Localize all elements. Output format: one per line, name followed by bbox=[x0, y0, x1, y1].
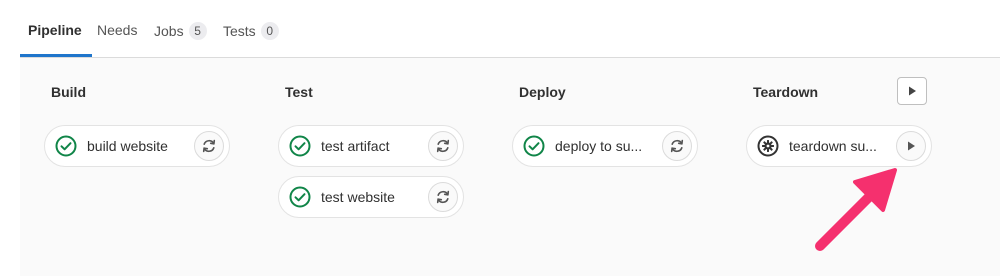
tests-count-badge: 0 bbox=[260, 22, 279, 40]
retry-button[interactable] bbox=[194, 131, 224, 161]
job-deploy[interactable]: deploy to su... bbox=[512, 125, 698, 167]
pipeline-tabs: Pipeline Needs Jobs 5 Tests 0 bbox=[20, 0, 1000, 58]
check-circle-icon bbox=[289, 186, 311, 208]
retry-button[interactable] bbox=[428, 131, 458, 161]
tab-jobs[interactable]: Jobs 5 bbox=[154, 22, 207, 40]
annotation-arrow-icon bbox=[815, 168, 897, 251]
retry-icon bbox=[436, 139, 450, 153]
stage-play-all-button[interactable] bbox=[897, 77, 927, 105]
job-name: teardown su... bbox=[789, 138, 877, 154]
gear-icon bbox=[757, 135, 779, 157]
check-circle-icon bbox=[55, 135, 77, 157]
tab-pipeline[interactable]: Pipeline bbox=[28, 22, 82, 38]
job-name: test artifact bbox=[321, 138, 390, 154]
active-tab-indicator bbox=[20, 54, 92, 57]
job-build-website[interactable]: build website bbox=[44, 125, 230, 167]
tab-jobs-label: Jobs bbox=[154, 23, 184, 39]
check-circle-icon bbox=[523, 135, 545, 157]
job-name: test website bbox=[321, 189, 395, 205]
stage-title-test: Test bbox=[285, 84, 313, 100]
tab-needs-label: Needs bbox=[97, 22, 138, 38]
tab-tests[interactable]: Tests 0 bbox=[223, 22, 279, 40]
job-name: deploy to su... bbox=[555, 138, 643, 154]
job-test-website[interactable]: test website bbox=[278, 176, 464, 218]
check-circle-icon bbox=[289, 135, 311, 157]
job-test-artifact[interactable]: test artifact bbox=[278, 125, 464, 167]
retry-button[interactable] bbox=[662, 131, 692, 161]
retry-icon bbox=[670, 139, 684, 153]
job-name: build website bbox=[87, 138, 168, 154]
retry-button[interactable] bbox=[428, 182, 458, 212]
tab-tests-label: Tests bbox=[223, 23, 256, 39]
retry-icon bbox=[436, 190, 450, 204]
tab-pipeline-label: Pipeline bbox=[28, 22, 82, 38]
jobs-count-badge: 5 bbox=[188, 22, 207, 40]
play-icon bbox=[908, 141, 915, 151]
retry-icon bbox=[202, 139, 216, 153]
stage-title-build: Build bbox=[51, 84, 86, 100]
stage-title-teardown: Teardown bbox=[753, 84, 819, 100]
play-button[interactable] bbox=[896, 131, 926, 161]
play-icon bbox=[909, 86, 916, 96]
tab-needs[interactable]: Needs bbox=[97, 22, 137, 38]
stage-title-deploy: Deploy bbox=[519, 84, 566, 100]
